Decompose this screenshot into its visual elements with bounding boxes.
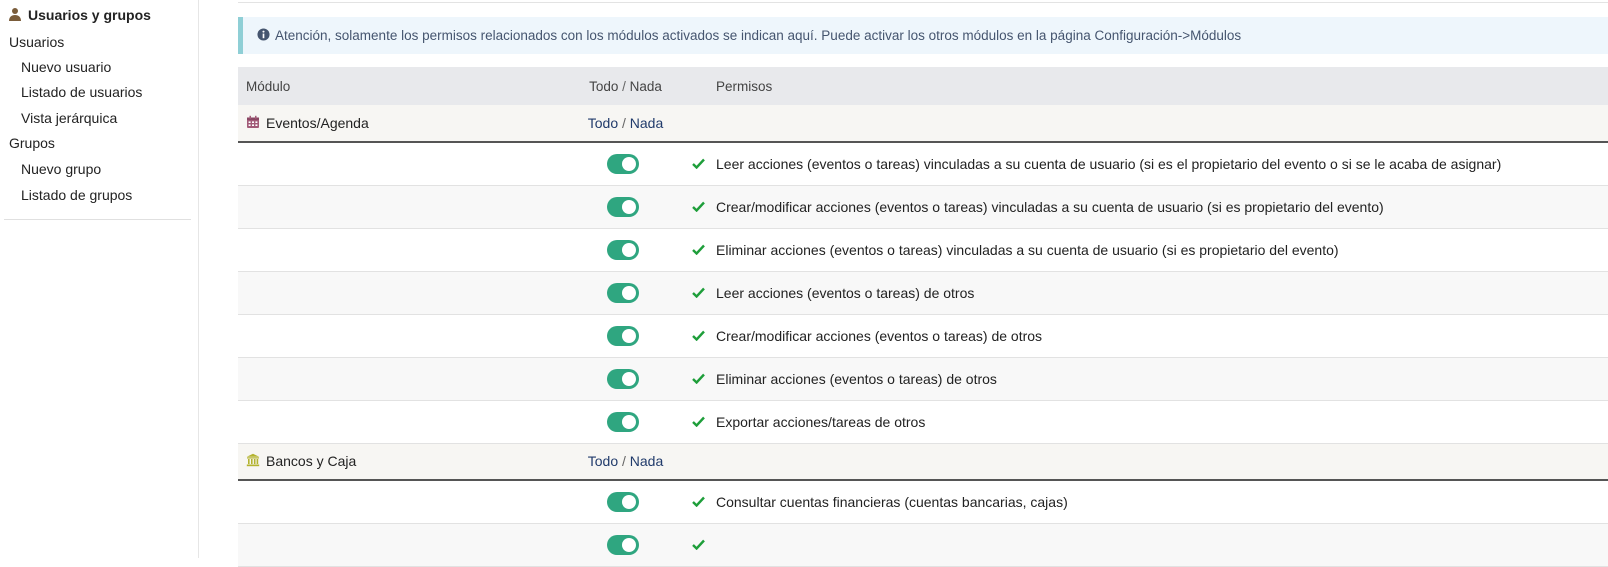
table-row: Crear/modificar acciones (eventos o tare… — [238, 185, 1608, 229]
table-row: Crear/modificar acciones (eventos o tare… — [238, 314, 1608, 358]
info-circle-icon — [257, 27, 270, 44]
menu-item-hierarchy-view[interactable]: Vista jerárquica — [21, 110, 117, 126]
menu-item-new-user[interactable]: Nuevo usuario — [21, 59, 111, 75]
permission-label — [716, 523, 1608, 567]
menu-divider — [4, 219, 191, 220]
check-icon — [692, 496, 705, 507]
permission-toggle[interactable] — [606, 239, 639, 260]
permission-toggle[interactable] — [606, 282, 639, 303]
check-icon — [692, 287, 705, 298]
menu-item-new-group[interactable]: Nuevo grupo — [21, 161, 101, 177]
permission-toggle[interactable] — [606, 534, 639, 555]
header-all-none: Todo / Nada — [573, 67, 678, 105]
bank-icon — [246, 453, 260, 470]
user-icon — [8, 7, 22, 24]
permission-label: Crear/modificar acciones (eventos o tare… — [716, 185, 1608, 229]
check-icon — [692, 539, 705, 550]
module-agenda-all-none: Todo / Nada — [573, 105, 678, 143]
check-icon — [692, 158, 705, 169]
module-banks-all-none: Todo / Nada — [573, 443, 678, 481]
permission-label: Eliminar acciones (eventos o tareas) de … — [716, 357, 1608, 401]
module-row-agenda: Eventos/Agenda Todo / Nada — [238, 105, 1608, 143]
header-separator: / — [622, 78, 626, 94]
table-header: Módulo Todo / Nada Permisos — [238, 67, 1608, 105]
permissions-table: Módulo Todo / Nada Permisos Eventos/Agen… — [238, 67, 1608, 567]
info-notice-text: Atención, solamente los permisos relacio… — [275, 28, 1242, 43]
top-divider — [238, 2, 1608, 3]
menu-section-title-label: Usuarios y grupos — [28, 7, 151, 23]
permission-label: Crear/modificar acciones (eventos o tare… — [716, 314, 1608, 358]
header-select-all-link[interactable]: Todo — [589, 79, 618, 94]
permission-toggle[interactable] — [606, 196, 639, 217]
check-icon — [692, 201, 705, 212]
menu-item-user-list[interactable]: Listado de usuarios — [21, 84, 142, 100]
info-notice: Atención, solamente los permisos relacio… — [238, 17, 1608, 54]
menu-section-title[interactable]: Usuarios y grupos — [8, 6, 151, 24]
permission-label: Consultar cuentas financieras (cuentas b… — [716, 480, 1608, 524]
module-agenda-select-none-link[interactable]: Nada — [630, 115, 663, 131]
table-row: Eliminar acciones (eventos o tareas) vin… — [238, 228, 1608, 272]
module-banks-select-none-link[interactable]: Nada — [630, 453, 663, 469]
permission-toggle[interactable] — [606, 368, 639, 389]
left-menu: Usuarios y grupos Usuarios Nuevo usuario… — [0, 0, 199, 558]
check-icon — [692, 416, 705, 427]
permission-toggle[interactable] — [606, 325, 639, 346]
table-row: Leer acciones (eventos o tareas) vincula… — [238, 142, 1608, 186]
table-row — [238, 523, 1608, 567]
permission-label: Leer acciones (eventos o tareas) vincula… — [716, 142, 1608, 186]
check-icon — [692, 330, 705, 341]
module-row-banks: Bancos y Caja Todo / Nada — [238, 443, 1608, 481]
module-name-agenda: Eventos/Agenda — [246, 115, 573, 132]
check-icon — [692, 244, 705, 255]
permission-label: Eliminar acciones (eventos o tareas) vin… — [716, 228, 1608, 272]
header-permissions: Permisos — [716, 78, 773, 94]
table-row: Consultar cuentas financieras (cuentas b… — [238, 480, 1608, 524]
header-module: Módulo — [246, 78, 291, 94]
permission-label: Leer acciones (eventos o tareas) de otro… — [716, 271, 1608, 315]
module-banks-select-all-link[interactable]: Todo — [588, 453, 618, 469]
table-row: Exportar acciones/tareas de otros — [238, 400, 1608, 444]
menu-item-users[interactable]: Usuarios — [9, 34, 64, 50]
module-name-banks: Bancos y Caja — [246, 453, 573, 470]
menu-item-groups[interactable]: Grupos — [9, 135, 55, 151]
permission-toggle[interactable] — [606, 491, 639, 512]
header-select-none-link[interactable]: Nada — [630, 79, 662, 94]
permission-label: Exportar acciones/tareas de otros — [716, 400, 1608, 444]
header-spacer — [678, 67, 716, 105]
module-agenda-select-all-link[interactable]: Todo — [588, 115, 618, 131]
main-content: Atención, solamente los permisos relacio… — [238, 0, 1608, 567]
table-row: Leer acciones (eventos o tareas) de otro… — [238, 271, 1608, 315]
permission-toggle[interactable] — [606, 411, 639, 432]
menu-item-group-list[interactable]: Listado de grupos — [21, 187, 132, 203]
table-row: Eliminar acciones (eventos o tareas) de … — [238, 357, 1608, 401]
permission-toggle[interactable] — [606, 153, 639, 174]
calendar-icon — [246, 115, 260, 132]
check-icon — [692, 373, 705, 384]
